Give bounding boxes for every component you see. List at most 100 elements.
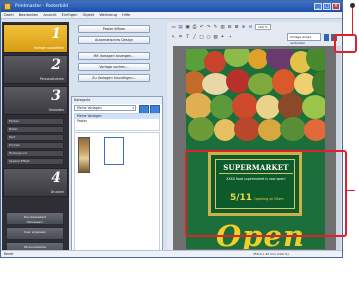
redo-icon[interactable]: ↷ xyxy=(206,25,211,30)
add-to-templates-button[interactable]: Zu Vorlagen hinzufügen... xyxy=(78,74,150,82)
vegetable-decoration xyxy=(214,119,236,141)
save-icon[interactable]: ▣ xyxy=(185,25,190,30)
vegetable-decoration xyxy=(258,119,282,141)
vegetable-decoration xyxy=(278,93,304,119)
search-template-button[interactable]: Vorlage suchen... xyxy=(78,63,150,71)
vegetable-decoration xyxy=(226,69,250,93)
thumbnail-area xyxy=(74,132,160,254)
vegetable-decoration xyxy=(248,49,268,69)
status-bar: Bereit 356.0 x 42 mm (100 %) xyxy=(1,250,342,257)
window-controls: _ □ × xyxy=(314,3,340,10)
list-item[interactable]: Poster xyxy=(75,119,159,124)
vegetable-decoration xyxy=(256,95,280,119)
menu-bar: Datei Bearbeiten Ansicht Einfügen Objekt… xyxy=(1,12,342,19)
text-tool-icon[interactable]: T xyxy=(185,35,190,40)
layers-panel-icon[interactable] xyxy=(324,34,329,41)
align-icon[interactable]: ⊟ xyxy=(227,25,232,30)
paint-icon[interactable]: ✎ xyxy=(213,25,218,30)
button-line: Verbessern xyxy=(26,219,44,224)
step-label: Gestalten xyxy=(48,108,64,112)
step-number: 2 xyxy=(51,57,61,73)
panel-header: Kategorie xyxy=(72,97,162,104)
zoom-out-icon[interactable]: ⊖ xyxy=(248,25,253,30)
menu-datei[interactable]: Datei xyxy=(4,12,14,18)
menu-ansicht[interactable]: Ansicht xyxy=(43,12,56,18)
step-number: 1 xyxy=(51,26,61,42)
step-number: 4 xyxy=(51,170,61,186)
vegetable-decoration xyxy=(224,49,250,67)
step3-item-farben[interactable]: Farben xyxy=(6,118,64,125)
line-tool-icon[interactable]: ╱ xyxy=(192,35,197,40)
zoom-field[interactable]: 100 % xyxy=(255,24,271,30)
close-button[interactable]: × xyxy=(332,3,340,10)
menu-werkzeug[interactable]: Werkzeug xyxy=(99,12,117,18)
window-title: Printmaster - Posterbild xyxy=(15,4,68,9)
step-label: Vorlage auswählen xyxy=(33,46,64,50)
vegetable-decoration xyxy=(232,93,258,119)
step-1[interactable]: 1 Vorlage auswählen xyxy=(3,24,68,53)
step3-item-spezial[interactable]: Spezial-Effekt xyxy=(6,158,64,165)
status-text: Bereit xyxy=(4,252,14,256)
category-select-value: Meine Vorlagen xyxy=(77,106,102,110)
user-adjust-button[interactable]: User anpassen xyxy=(6,227,64,240)
vegetable-decoration xyxy=(312,71,325,95)
step-number: 3 xyxy=(51,88,61,104)
print-icon[interactable]: ⎙ xyxy=(192,25,197,30)
pointer-icon[interactable]: ↖ xyxy=(171,35,176,40)
title-bar: Printmaster - Posterbild _ □ × xyxy=(1,1,342,12)
callout-line xyxy=(352,6,353,34)
template-panel: Poster öffnen Automatisches Design Mit V… xyxy=(70,22,166,257)
step3-item-bilder[interactable]: Bilder xyxy=(6,126,64,133)
menu-objekt[interactable]: Objekt xyxy=(83,12,95,18)
step3-item-text[interactable]: Text xyxy=(6,134,64,141)
distribute-icon[interactable]: ⊞ xyxy=(234,25,239,30)
zoom-in-icon[interactable]: ⊕ xyxy=(241,25,246,30)
step3-item-hintergrund[interactable]: Hintergrund xyxy=(6,150,64,157)
template-link-dropdown[interactable]: Vorlage direkt verbinden xyxy=(287,33,321,45)
open-icon[interactable]: ▤ xyxy=(178,25,183,30)
vegetable-decoration xyxy=(248,73,274,95)
link-icon[interactable]: ⚭ xyxy=(220,35,225,40)
vegetable-decoration xyxy=(186,93,212,119)
minimize-button[interactable]: _ xyxy=(314,3,322,10)
template-thumbnail[interactable] xyxy=(78,137,90,173)
vegetable-decoration xyxy=(272,69,296,95)
step-sidebar: 1 Vorlage auswählen 2 Personalisieren 3 … xyxy=(2,22,69,257)
vegetable-decoration xyxy=(304,119,325,141)
rect-tool-icon[interactable]: □ xyxy=(199,35,204,40)
arrow-tool-icon[interactable]: ➝ xyxy=(227,35,232,40)
ellipse-tool-icon[interactable]: ○ xyxy=(206,35,211,40)
new-icon[interactable]: ▭ xyxy=(171,25,176,30)
main-toolbar: ▭ ▤ ▣ ⎙ ↶ ↷ ✎ ▥ ⊟ ⊞ ⊕ ⊖ 100 % xyxy=(167,23,342,31)
vegetable-decoration xyxy=(188,117,214,141)
template-browser: Kategorie Meine Vorlagen ▾ Meine Vorlage… xyxy=(71,96,163,256)
menu-bearbeiten[interactable]: Bearbeiten xyxy=(19,12,39,18)
template-thumbnail-empty[interactable] xyxy=(104,137,124,165)
button-line: User anpassen xyxy=(23,230,47,234)
step-label: Drucken xyxy=(50,190,64,194)
vegetable-decoration xyxy=(302,95,325,119)
auto-design-button[interactable]: Automatisches Design xyxy=(78,36,150,44)
image-tool-icon[interactable]: ▨ xyxy=(213,35,218,40)
undo-icon[interactable]: ↶ xyxy=(199,25,204,30)
maximize-button[interactable]: □ xyxy=(323,3,331,10)
menu-hilfe[interactable]: Hilfe xyxy=(122,12,130,18)
crop-icon[interactable]: ⌗ xyxy=(178,35,183,40)
chevron-down-icon: ▾ xyxy=(132,106,134,110)
highlight-toolbar-icons xyxy=(334,34,357,53)
show-templates-button[interactable]: Mit Vorlagen anzeigen... xyxy=(78,52,150,60)
app-logo-icon xyxy=(4,3,11,10)
print-assistant-button[interactable]: Druckassistent Verbessern xyxy=(6,212,64,225)
highlight-promo-block xyxy=(185,150,347,237)
layer-icon[interactable]: ▥ xyxy=(220,25,225,30)
step-2[interactable]: 2 Personalisieren xyxy=(3,55,68,84)
menu-einfuegen[interactable]: Einfügen xyxy=(62,12,78,18)
callout-dot xyxy=(350,3,355,8)
vegetable-decoration xyxy=(204,51,226,73)
step-4[interactable]: 4 Drucken xyxy=(3,168,68,197)
step-label: Personalisieren xyxy=(39,77,64,81)
step-3[interactable]: 3 Gestalten xyxy=(3,86,68,115)
category-select[interactable]: Meine Vorlagen ▾ xyxy=(74,105,136,111)
open-poster-button[interactable]: Poster öffnen xyxy=(78,25,150,33)
step3-item-formen[interactable]: Formen xyxy=(6,142,64,149)
